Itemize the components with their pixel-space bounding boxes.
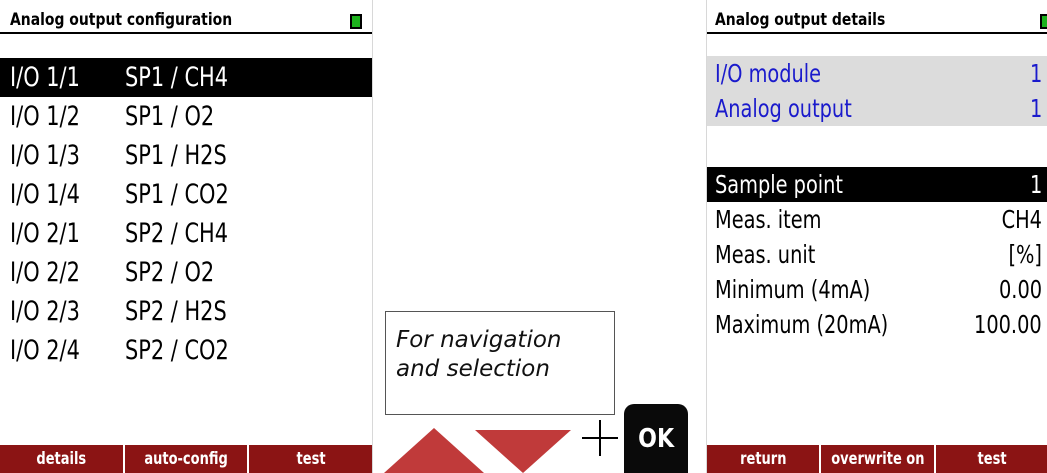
note-line-1: For navigation xyxy=(396,327,562,353)
minimum-row[interactable]: Minimum (4mA) 0.00 xyxy=(707,272,1047,307)
soft-key-bar: return overwrite on test xyxy=(707,445,1047,473)
list-item[interactable]: I/O 2/4 SP2 / CO2 xyxy=(0,331,372,370)
assignment-label: SP1 / CO2 xyxy=(125,179,229,210)
spacer-row xyxy=(707,126,1047,167)
io-label: I/O 1/3 xyxy=(10,140,80,171)
title-bar: Analog output configuration xyxy=(0,8,372,34)
maximum-row[interactable]: Maximum (20mA) 100.00 xyxy=(707,307,1047,342)
minimum-label: Minimum (4mA) xyxy=(715,275,871,304)
test-button[interactable]: test xyxy=(936,445,1047,473)
details-button[interactable]: details xyxy=(0,445,125,473)
list-item[interactable]: I/O 2/1 SP2 / CH4 xyxy=(0,214,372,253)
return-button-label: return xyxy=(739,449,787,469)
assignment-label: SP1 / CH4 xyxy=(125,62,229,93)
arrow-up-icon[interactable] xyxy=(384,420,484,473)
test-button-label: test xyxy=(296,449,326,469)
arrow-down-icon[interactable] xyxy=(475,430,571,473)
sample-point-label: Sample point xyxy=(715,170,844,199)
meas-item-row[interactable]: Meas. item CH4 xyxy=(707,202,1047,237)
auto-config-button[interactable]: auto-config xyxy=(125,445,250,473)
assignment-label: SP2 / O2 xyxy=(125,257,215,288)
io-module-label: I/O module xyxy=(715,59,822,88)
io-label: I/O 2/4 xyxy=(10,335,80,366)
io-module-value: 1 xyxy=(1029,59,1042,88)
navigation-note: For navigation and selection xyxy=(385,311,615,415)
test-button[interactable]: test xyxy=(249,445,372,473)
list-item[interactable]: I/O 2/3 SP2 / H2S xyxy=(0,292,372,331)
list-item[interactable]: I/O 1/2 SP1 / O2 xyxy=(0,97,372,136)
screen-title: Analog output details xyxy=(715,10,886,30)
assignment-label: SP2 / CO2 xyxy=(125,335,229,366)
assignment-label: SP2 / CH4 xyxy=(125,218,229,249)
analog-output-label: Analog output xyxy=(715,94,852,123)
io-label: I/O 1/1 xyxy=(10,62,80,93)
analog-output-configuration-screen: Analog output configuration I/O 1/1 SP1 … xyxy=(0,0,373,473)
minimum-value: 0.00 xyxy=(998,275,1042,304)
test-button-label: test xyxy=(977,449,1007,469)
ok-button-label: OK xyxy=(638,423,674,454)
list-item[interactable]: I/O 2/2 SP2 / O2 xyxy=(0,253,372,292)
meas-unit-label: Meas. unit xyxy=(715,240,816,269)
io-module-row: I/O module 1 xyxy=(707,56,1047,91)
list-item[interactable]: I/O 1/4 SP1 / CO2 xyxy=(0,175,372,214)
analog-output-value: 1 xyxy=(1029,94,1042,123)
maximum-label: Maximum (20mA) xyxy=(715,310,889,339)
io-label: I/O 1/2 xyxy=(10,101,80,132)
meas-item-label: Meas. item xyxy=(715,205,822,234)
io-label: I/O 2/3 xyxy=(10,296,80,327)
maximum-value: 100.00 xyxy=(974,310,1042,339)
detail-list: I/O module 1 Analog output 1 Sample poin… xyxy=(707,56,1047,342)
sample-point-row[interactable]: Sample point 1 xyxy=(707,167,1047,202)
meas-item-value: CH4 xyxy=(1001,205,1042,234)
io-label: I/O 1/4 xyxy=(10,179,80,210)
details-button-label: details xyxy=(36,449,87,469)
meas-unit-row[interactable]: Meas. unit [%] xyxy=(707,237,1047,272)
note-line-2: and selection xyxy=(396,356,550,382)
status-indicator-icon xyxy=(1040,14,1047,29)
sample-point-value: 1 xyxy=(1029,170,1042,199)
assignment-label: SP1 / H2S xyxy=(125,140,227,171)
overwrite-on-button-label: overwrite on xyxy=(830,449,925,469)
io-label: I/O 2/2 xyxy=(10,257,80,288)
analog-output-details-screen: Analog output details I/O module 1 Analo… xyxy=(706,0,1047,473)
list-item[interactable]: I/O 1/1 SP1 / CH4 xyxy=(0,58,372,97)
output-list: I/O 1/1 SP1 / CH4 I/O 1/2 SP1 / O2 I/O 1… xyxy=(0,58,372,370)
analog-output-row: Analog output 1 xyxy=(707,91,1047,126)
list-item[interactable]: I/O 1/3 SP1 / H2S xyxy=(0,136,372,175)
return-button[interactable]: return xyxy=(707,445,822,473)
assignment-label: SP2 / H2S xyxy=(125,296,227,327)
plus-icon xyxy=(582,420,618,456)
auto-config-button-label: auto-config xyxy=(144,449,228,469)
overwrite-on-button[interactable]: overwrite on xyxy=(821,445,936,473)
status-indicator-icon xyxy=(350,14,362,29)
assignment-label: SP1 / O2 xyxy=(125,101,215,132)
screen-title: Analog output configuration xyxy=(10,10,233,30)
io-label: I/O 2/1 xyxy=(10,218,80,249)
soft-key-bar: details auto-config test xyxy=(0,445,372,473)
ok-button[interactable]: OK xyxy=(624,404,688,473)
title-bar: Analog output details xyxy=(707,8,1047,34)
meas-unit-value: [%] xyxy=(1008,240,1042,269)
